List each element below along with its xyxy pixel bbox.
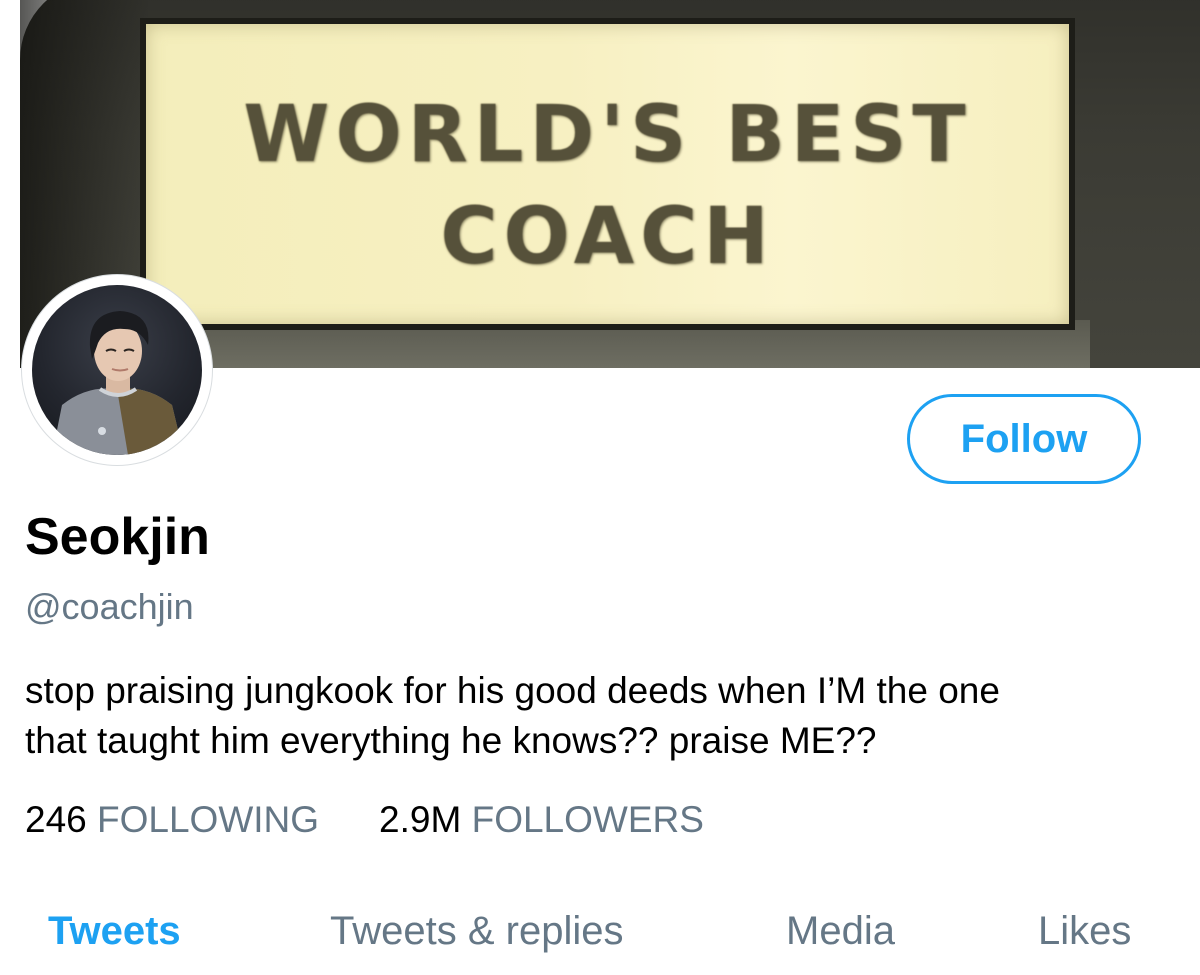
avatar-portrait-icon	[52, 311, 184, 455]
user-handle: @coachjin	[25, 586, 194, 627]
following-count: 246	[25, 799, 87, 840]
banner-text-line1: WORLD'S BEST	[243, 90, 972, 180]
followers-stat[interactable]: 2.9M FOLLOWERS	[379, 795, 704, 845]
tab-tweets[interactable]: Tweets	[48, 906, 181, 956]
tab-media[interactable]: Media	[786, 906, 895, 956]
banner-plaque: WORLD'S BEST COACH	[140, 18, 1075, 330]
followers-count: 2.9M	[379, 799, 462, 840]
tab-likes[interactable]: Likes	[1038, 906, 1131, 956]
display-name: Seokjin	[25, 508, 210, 566]
bio-line-1: stop praising jungkook for his good deed…	[25, 670, 1000, 711]
follow-button[interactable]: Follow	[907, 394, 1141, 484]
banner-text-line2: COACH	[440, 192, 775, 282]
profile-tabs: Tweets Tweets & replies Media Likes	[0, 898, 1200, 975]
tab-tweets-and-replies[interactable]: Tweets & replies	[330, 906, 623, 956]
followers-label: FOLLOWERS	[471, 799, 704, 840]
profile-stats: 246 FOLLOWING 2.9M FOLLOWERS	[25, 795, 764, 845]
bio-line-2: that taught him everything he knows?? pr…	[25, 720, 877, 761]
avatar-photo	[32, 285, 202, 455]
following-label: FOLLOWING	[97, 799, 320, 840]
avatar[interactable]	[22, 275, 212, 465]
following-stat[interactable]: 246 FOLLOWING	[25, 795, 319, 845]
profile-bio: stop praising jungkook for his good deed…	[25, 666, 1185, 766]
